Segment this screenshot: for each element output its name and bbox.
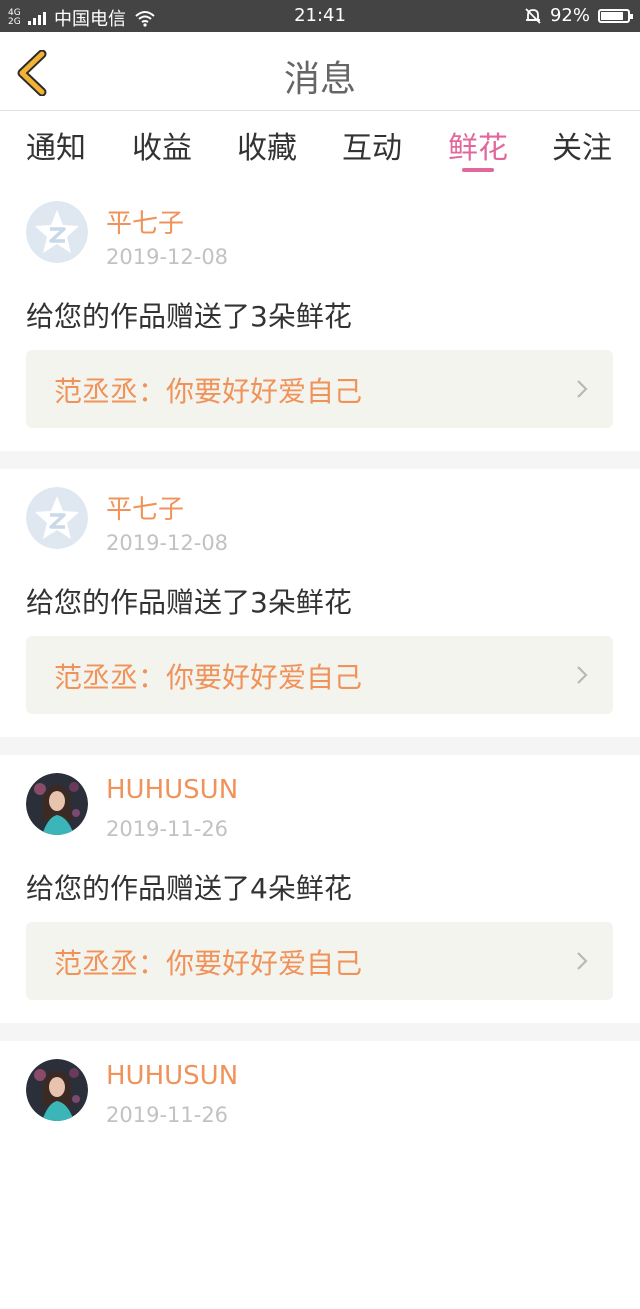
tab-favorites[interactable]: 收藏 <box>222 123 312 167</box>
avatar[interactable] <box>26 1059 88 1121</box>
username[interactable]: 平七子 <box>106 489 184 526</box>
message-date: 2019-11-26 <box>106 817 229 841</box>
username[interactable]: HUHUSUN <box>106 775 238 805</box>
tab-following[interactable]: 关注 <box>537 123 627 167</box>
divider <box>0 451 640 469</box>
message-text: 给您的作品赠送了4朵鲜花 <box>26 872 352 905</box>
message-text: 给您的作品赠送了3朵鲜花 <box>26 586 352 619</box>
work-title: 范丞丞：你要好好爱自己 <box>54 661 363 694</box>
default-avatar-icon <box>26 487 88 549</box>
avatar[interactable] <box>26 773 88 835</box>
battery-percent: 92% <box>549 5 590 26</box>
message-item: HUHUSUN 2019-11-26 <box>0 1041 640 1309</box>
tab-notifications[interactable]: 通知 <box>11 123 101 167</box>
work-title: 范丞丞：你要好好爱自己 <box>54 947 363 980</box>
avatar[interactable] <box>26 487 88 549</box>
tab-earnings[interactable]: 收益 <box>117 123 207 167</box>
message-text: 给您的作品赠送了3朵鲜花 <box>26 300 352 333</box>
status-bar: 4G 2G 中国电信 21:41 92% <box>0 0 640 32</box>
tab-flowers[interactable]: 鲜花 <box>433 123 523 167</box>
avatar[interactable] <box>26 201 88 263</box>
page-title: 消息 <box>283 59 356 100</box>
chevron-right-icon <box>577 666 588 684</box>
divider <box>0 1023 640 1041</box>
message-item: HUHUSUN 2019-11-26 给您的作品赠送了4朵鲜花 范丞丞：你要好好… <box>0 755 640 1023</box>
message-date: 2019-11-26 <box>106 1103 229 1127</box>
work-reference[interactable]: 范丞丞：你要好好爱自己 <box>26 636 613 714</box>
chevron-right-icon <box>577 380 588 398</box>
message-item: 平七子 2019-12-08 给您的作品赠送了3朵鲜花 范丞丞：你要好好爱自己 <box>0 469 640 737</box>
message-list: 平七子 2019-12-08 给您的作品赠送了3朵鲜花 范丞丞：你要好好爱自己 … <box>0 183 640 1309</box>
username[interactable]: 平七子 <box>106 203 184 240</box>
tab-interactions[interactable]: 互动 <box>327 123 417 167</box>
chevron-right-icon <box>577 952 588 970</box>
user-photo-icon <box>26 773 88 835</box>
work-reference[interactable]: 范丞丞：你要好好爱自己 <box>26 350 613 428</box>
work-reference[interactable]: 范丞丞：你要好好爱自己 <box>26 922 613 1000</box>
message-date: 2019-12-08 <box>106 245 229 269</box>
user-photo-icon <box>26 1059 88 1121</box>
username[interactable]: HUHUSUN <box>106 1061 238 1091</box>
tab-bar: 通知 收益 收藏 互动 鲜花 关注 <box>0 111 640 183</box>
default-avatar-icon <box>26 201 88 263</box>
work-title: 范丞丞：你要好好爱自己 <box>54 375 363 408</box>
silent-bell-icon <box>525 7 541 24</box>
nav-header: 消息 <box>0 32 640 111</box>
divider <box>0 737 640 755</box>
active-tab-indicator <box>462 168 494 172</box>
battery-icon <box>598 8 633 23</box>
message-date: 2019-12-08 <box>106 531 229 555</box>
message-item: 平七子 2019-12-08 给您的作品赠送了3朵鲜花 范丞丞：你要好好爱自己 <box>0 183 640 451</box>
